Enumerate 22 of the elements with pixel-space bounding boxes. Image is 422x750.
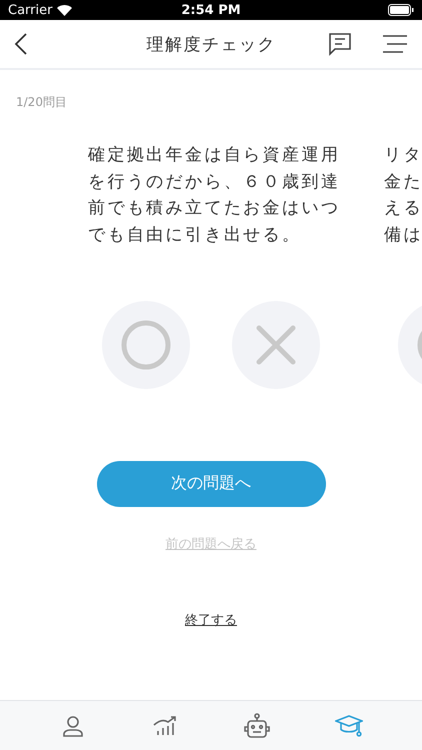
comment-icon xyxy=(328,32,352,56)
circle-icon xyxy=(120,318,172,371)
question-text: リタ 金た える 備は xyxy=(384,144,422,248)
back-button[interactable] xyxy=(14,32,28,56)
next-question-button[interactable]: 次の問題へ xyxy=(96,460,326,507)
screen-title: 理解度チェック xyxy=(146,34,276,56)
status-time: 2:54 PM xyxy=(181,2,241,18)
back-icon xyxy=(14,32,28,56)
menu-icon xyxy=(382,34,408,54)
graduation-cap-icon xyxy=(335,714,363,738)
robot-icon xyxy=(243,712,271,738)
comment-button[interactable] xyxy=(328,32,352,56)
cross-icon xyxy=(256,324,296,365)
carrier-label: Carrier xyxy=(8,2,52,18)
wifi-icon xyxy=(57,4,72,16)
question-text: 確定拠出年金は自ら資産運用 を行うのだから、６０歳到達 前でも積み立てたお金はいつ でも自由に引き出せる。 xyxy=(88,144,340,248)
menu-button[interactable] xyxy=(382,34,408,54)
question-counter: 1/20問目 xyxy=(15,94,68,111)
finish-link[interactable]: 終了する xyxy=(185,610,237,629)
person-icon xyxy=(62,714,84,736)
battery-icon xyxy=(388,4,414,16)
chart-icon xyxy=(152,714,178,736)
